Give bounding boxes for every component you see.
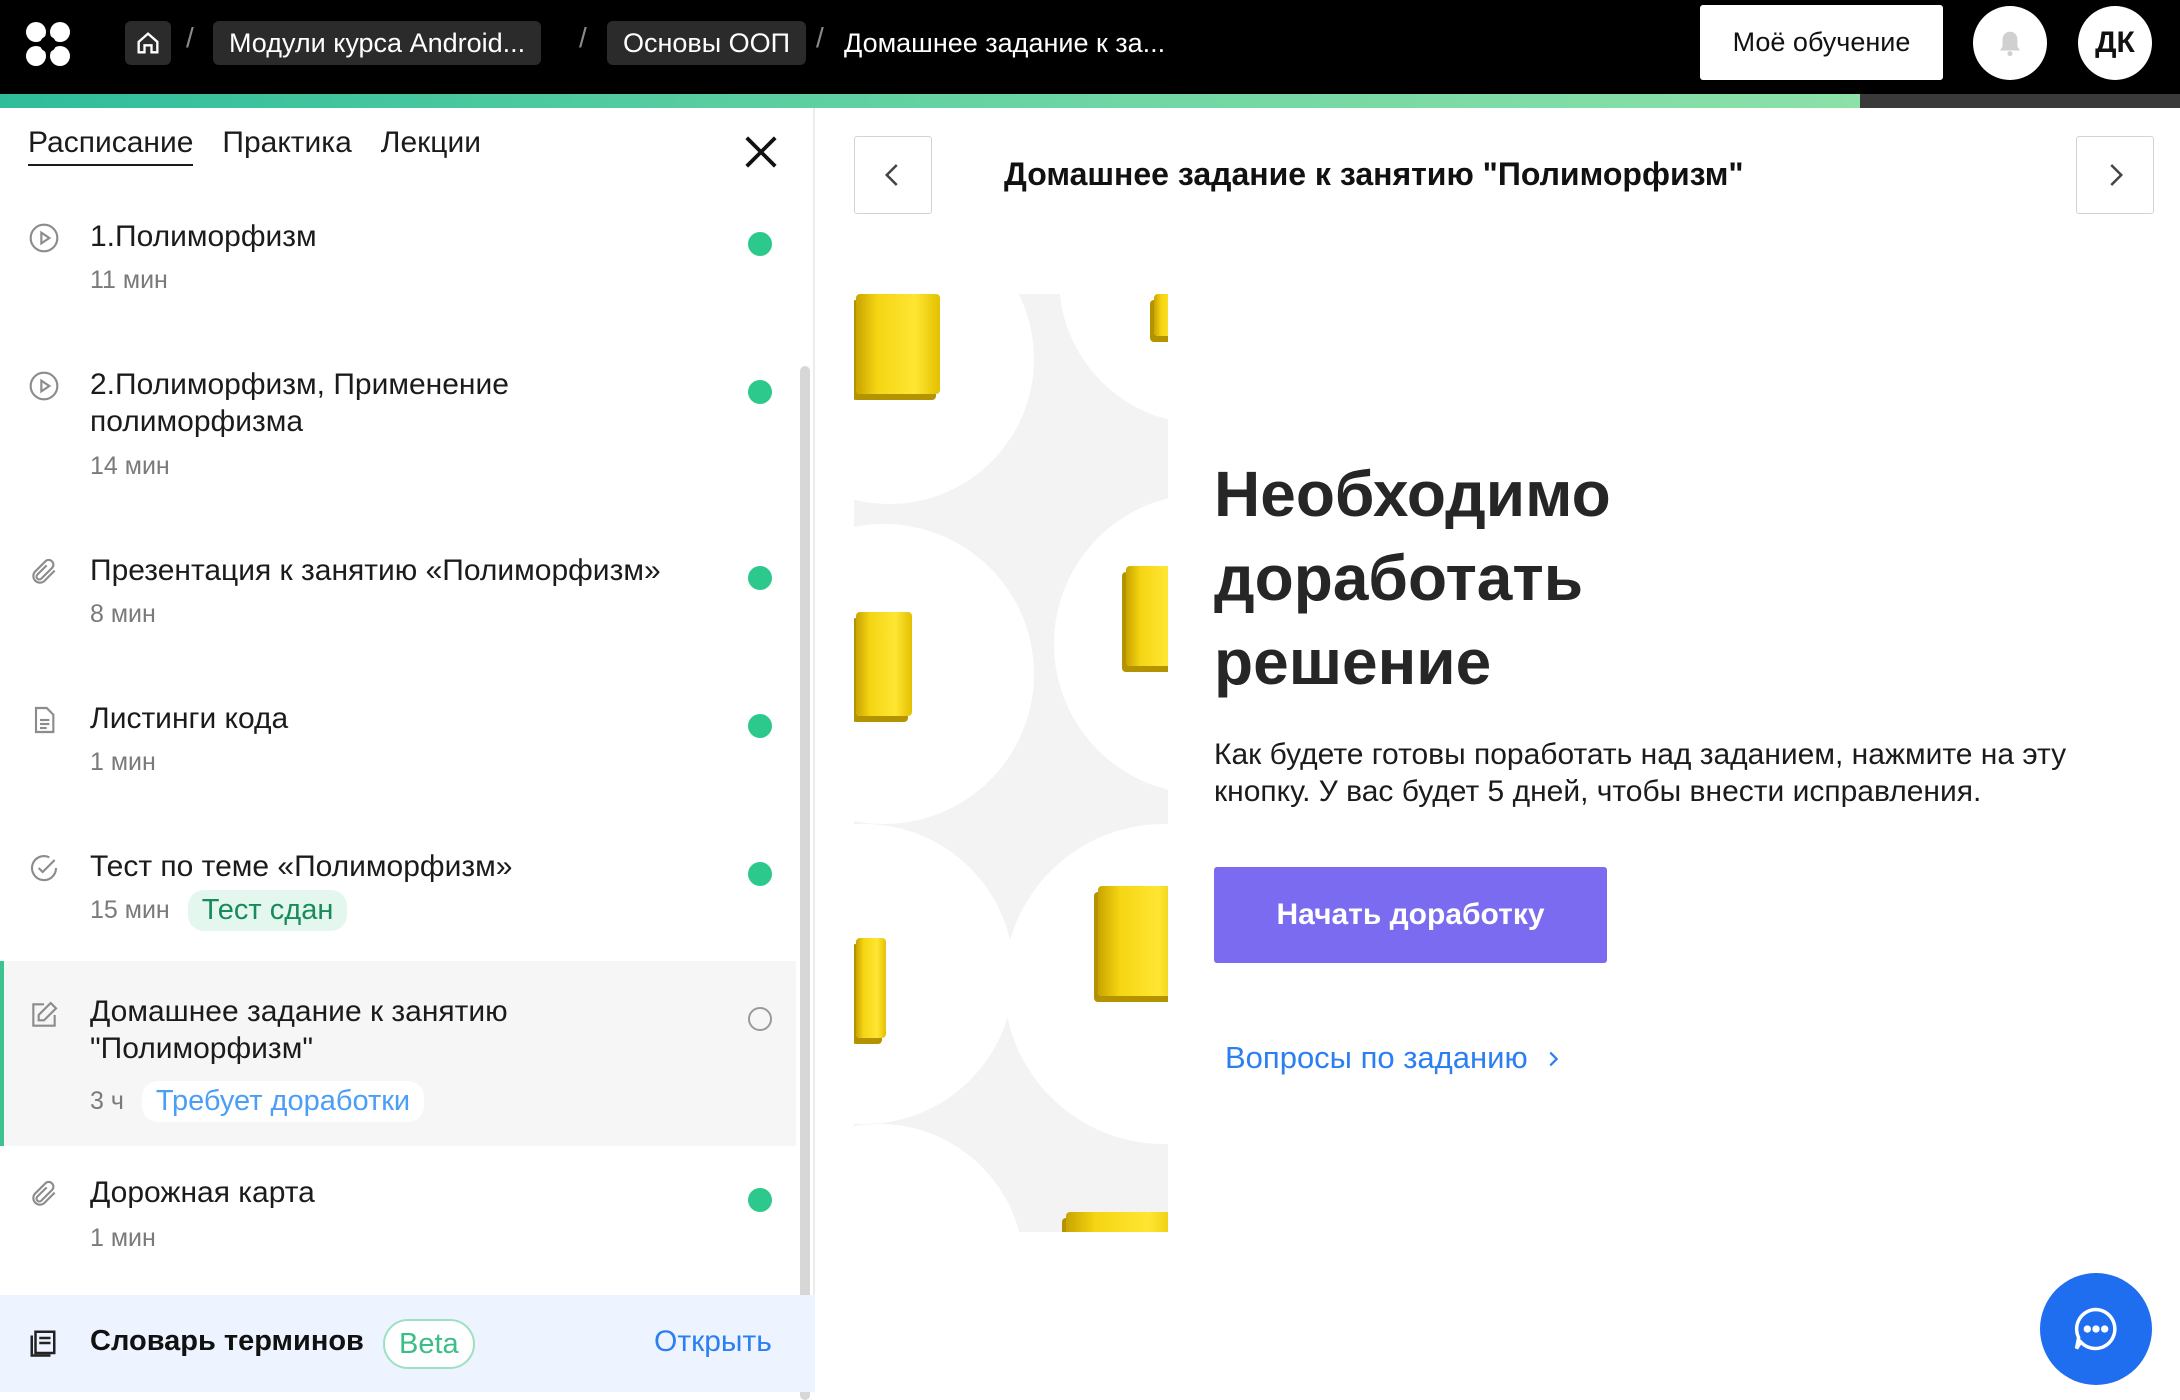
tab-schedule[interactable]: Расписание	[28, 126, 194, 166]
item-title: Дорожная карта	[90, 1176, 315, 1209]
list-item[interactable]: 2.Полиморфизм, Применение полиморфизма 1…	[0, 356, 796, 542]
item-title: 2.Полиморфизм, Применение полиморфизма	[90, 368, 509, 438]
breadcrumb-course[interactable]: Модули курса Android...	[213, 21, 542, 65]
item-duration: 15 мин	[90, 896, 170, 924]
next-lesson-button[interactable]	[2076, 136, 2154, 214]
list-item-active[interactable]: Домашнее задание к занятию "Полиморфизм"…	[0, 961, 796, 1146]
item-duration: 3 ч	[90, 1087, 124, 1115]
paperclip-icon	[32, 1180, 56, 1206]
item-duration: 11 мин	[90, 266, 168, 294]
glossary-open-link[interactable]: Открыть	[654, 1325, 772, 1359]
item-meta: 11 мин	[90, 266, 168, 295]
paperclip-icon	[32, 558, 56, 584]
item-meta: 15 мин Тест сдан	[90, 890, 348, 931]
item-title: Тест по теме «Полиморфизм»	[90, 850, 513, 883]
item-title: Листинги кода	[90, 702, 289, 735]
sidebar-scrollbar[interactable]	[800, 366, 810, 1400]
status-done-dot	[748, 232, 772, 256]
status-badge: Тест сдан	[187, 890, 348, 931]
item-meta: 1 мин	[90, 748, 156, 777]
item-duration: 14 мин	[90, 452, 170, 480]
assignment-questions-link[interactable]: Вопросы по заданию	[1225, 1040, 1564, 1076]
questions-link-label: Вопросы по заданию	[1225, 1040, 1528, 1075]
notifications-button[interactable]	[1973, 6, 2047, 80]
course-progress-bar	[0, 94, 2180, 108]
logo-icon[interactable]	[26, 22, 70, 66]
breadcrumb-separator: /	[816, 22, 824, 53]
tab-practice[interactable]: Практика	[222, 126, 351, 166]
breadcrumb-current: Домашнее задание к за...	[844, 28, 1166, 58]
item-title: 1.Полиморфизм	[90, 220, 317, 253]
chevron-left-icon	[884, 164, 898, 186]
home-icon	[137, 32, 159, 54]
glossary-panel: Словарь терминов Beta Открыть	[0, 1295, 815, 1392]
support-chat-button[interactable]	[2040, 1273, 2152, 1385]
document-icon	[34, 706, 55, 734]
status-pending-dot	[748, 1007, 772, 1031]
chat-icon	[2074, 1307, 2117, 1351]
item-meta: 1 мин	[90, 1224, 156, 1253]
play-circle-icon	[29, 371, 59, 401]
breadcrumb-separator: /	[579, 22, 587, 53]
list-item[interactable]: 1.Полиморфизм 11 мин	[0, 208, 796, 356]
list-item[interactable]: Дорожная карта 1 мин	[0, 1146, 796, 1294]
item-title: Презентация к занятию «Полиморфизм»	[90, 554, 661, 587]
status-done-dot	[748, 566, 772, 590]
status-done-dot	[748, 380, 772, 404]
my-learning-button[interactable]: Моё обучение	[1700, 5, 1943, 80]
item-meta: 3 ч Требует доработки	[90, 1081, 425, 1122]
schedule-sidebar: Расписание Практика Лекции 1.Полиморфизм…	[0, 108, 815, 1400]
status-description: Как будете готовы поработать над задание…	[1214, 738, 2067, 808]
tab-lectures[interactable]: Лекции	[381, 126, 481, 166]
bell-icon	[2000, 31, 2020, 57]
check-circle-icon	[30, 855, 58, 882]
status-done-dot	[748, 862, 772, 886]
prev-lesson-button[interactable]	[854, 136, 932, 214]
home-button[interactable]	[125, 21, 171, 65]
avatar[interactable]: ДК	[2078, 6, 2152, 80]
beta-badge: Beta	[383, 1319, 475, 1369]
list-item[interactable]: Листинги кода 1 мин	[0, 690, 796, 838]
status-done-dot	[748, 714, 772, 738]
chevron-right-icon	[2110, 164, 2124, 186]
item-title: Домашнее задание к занятию "Полиморфизм"	[90, 995, 508, 1065]
glossary-icon	[30, 1330, 56, 1357]
list-item[interactable]: Презентация к занятию «Полиморфизм» 8 ми…	[0, 542, 796, 690]
top-bar: / Модули курса Android... / Основы ООП /…	[0, 0, 2180, 94]
page-title: Домашнее задание к занятию "Полиморфизм"	[1004, 156, 1744, 192]
item-duration: 1 мин	[90, 748, 156, 776]
status-heading: Необходимо доработать решение	[1214, 458, 1611, 698]
breadcrumb-module[interactable]: Основы ООП	[607, 21, 807, 65]
chevron-right-icon	[1549, 1051, 1559, 1067]
edit-icon	[32, 1001, 58, 1027]
start-revision-button[interactable]: Начать доработку	[1214, 867, 1607, 963]
close-icon[interactable]	[742, 133, 780, 171]
sidebar-tabs: Расписание Практика Лекции	[28, 126, 481, 166]
item-duration: 8 мин	[90, 600, 156, 628]
item-meta: 8 мин	[90, 600, 156, 629]
glossary-label: Словарь терминов	[90, 1325, 364, 1357]
play-circle-icon	[29, 223, 59, 253]
status-badge: Требует доработки	[141, 1081, 425, 1122]
item-duration: 1 мин	[90, 1224, 156, 1252]
breadcrumb-separator: /	[186, 22, 194, 53]
notebooks-illustration	[854, 294, 1168, 1232]
course-progress-fill	[0, 94, 1860, 108]
item-meta: 14 мин	[90, 452, 170, 481]
status-done-dot	[748, 1188, 772, 1212]
